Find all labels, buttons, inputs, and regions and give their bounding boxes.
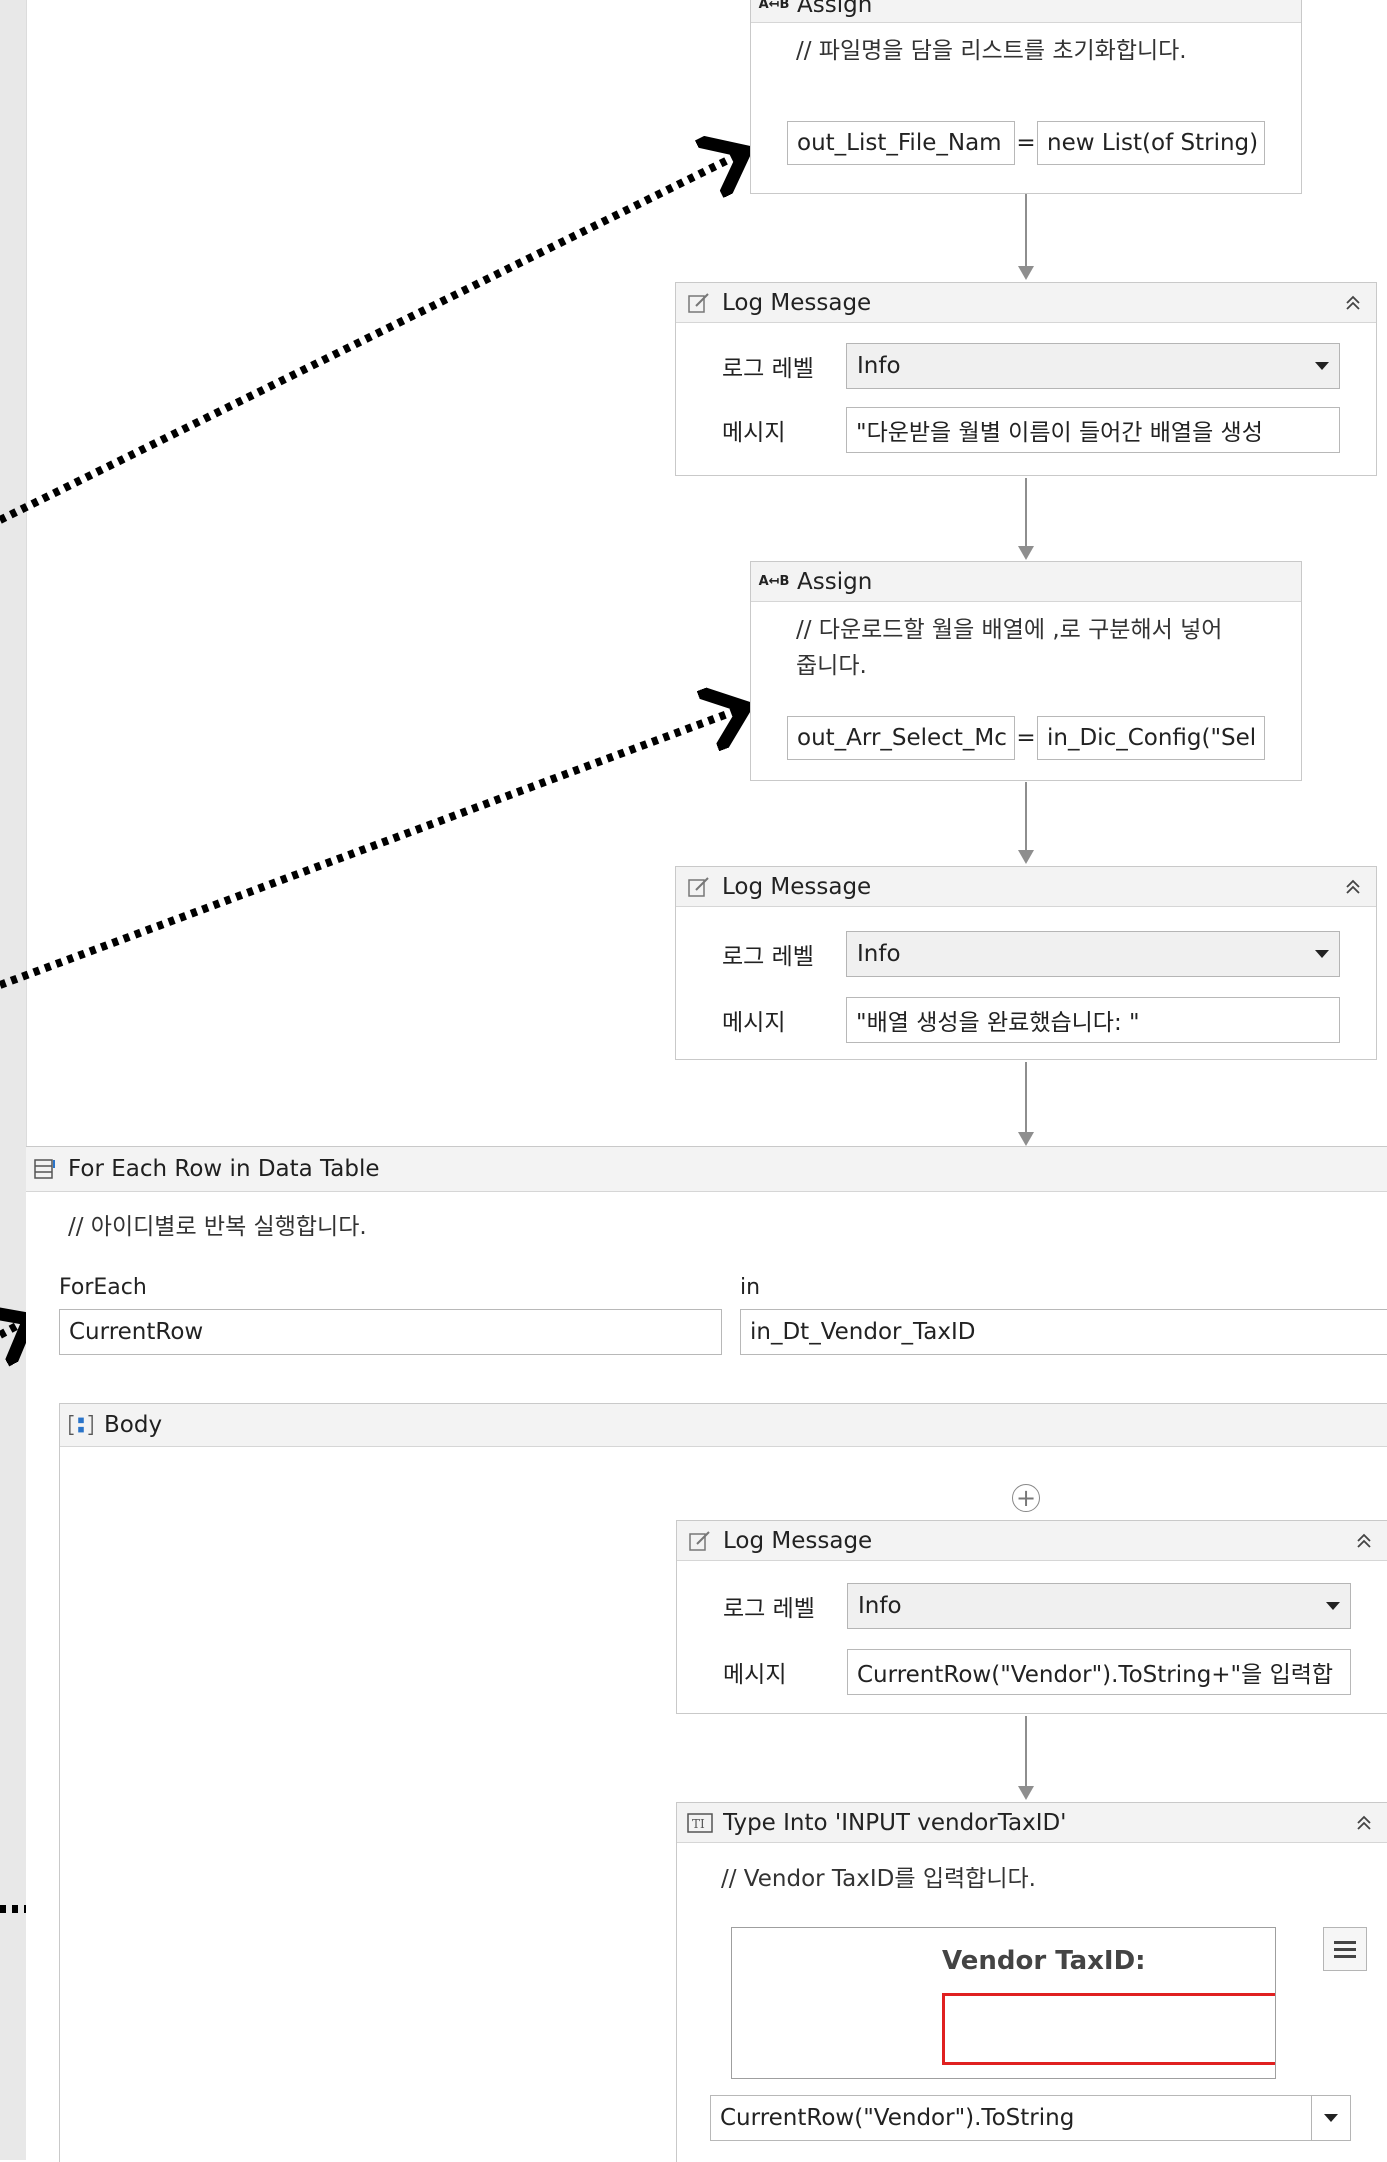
type-into-activity[interactable]: TI Type Into 'INPUT vendorTaxID' // Vend… bbox=[676, 1802, 1387, 2162]
log-message-activity-2[interactable]: Log Message 로그 레벨 Info 메시지 "배열 생성을 완료했습니… bbox=[675, 866, 1377, 1060]
assign-icon: A↤B bbox=[758, 574, 790, 589]
assign-header[interactable]: A↤B Assign bbox=[751, 562, 1301, 602]
log-message-header[interactable]: Log Message bbox=[677, 1521, 1387, 1561]
collapse-icon[interactable] bbox=[1351, 1810, 1377, 1836]
flow-connector bbox=[1018, 1062, 1034, 1146]
assign-icon: A↤B bbox=[758, 0, 790, 12]
log-message-activity-1[interactable]: Log Message 로그 레벨 Info 메시지 "다운받을 월별 이름이 … bbox=[675, 282, 1377, 476]
foreach-label: ForEach bbox=[59, 1275, 147, 1300]
level-dropdown[interactable]: Info bbox=[847, 1583, 1351, 1629]
designer-left-gutter bbox=[0, 0, 27, 2160]
level-dropdown[interactable]: Info bbox=[846, 343, 1340, 389]
level-row: 로그 레벨 Info bbox=[722, 931, 1340, 977]
level-label: 로그 레벨 bbox=[722, 356, 814, 382]
message-field[interactable]: "다운받을 월별 이름이 들어간 배열을 생성 bbox=[846, 407, 1340, 453]
log-message-icon bbox=[686, 874, 712, 900]
log-message-activity-3[interactable]: Log Message 로그 레벨 Info 메시지 CurrentRow("V… bbox=[676, 1520, 1387, 1714]
message-field[interactable]: CurrentRow("Vendor").ToString+"을 입력합 bbox=[847, 1649, 1351, 1695]
level-label: 로그 레벨 bbox=[722, 944, 814, 970]
type-into-header[interactable]: TI Type Into 'INPUT vendorTaxID' bbox=[677, 1803, 1387, 1843]
annotation-arrow bbox=[0, 155, 738, 524]
activity-title: Assign bbox=[797, 568, 873, 595]
for-each-row-activity[interactable]: For Each Row in Data Table // 아이디별로 반복 실… bbox=[26, 1146, 1387, 2162]
highlighted-target-input bbox=[942, 1993, 1275, 2065]
collapse-icon[interactable] bbox=[1351, 1528, 1377, 1554]
flow-connector bbox=[1018, 782, 1034, 864]
body-header[interactable]: Body bbox=[60, 1404, 1387, 1447]
log-message-header[interactable]: Log Message bbox=[676, 283, 1376, 323]
chevron-down-icon bbox=[1326, 1602, 1340, 1610]
activity-comment: // 다운로드할 월을 배열에 ,로 구분해서 넣어줍니다. bbox=[796, 617, 1223, 679]
activity-title: Log Message bbox=[723, 1527, 873, 1554]
level-dropdown[interactable]: Info bbox=[846, 931, 1340, 977]
assign-activity-1[interactable]: A↤B Assign // 파일명을 담을 리스트를 초기화합니다. out_L… bbox=[750, 0, 1302, 194]
assign-header[interactable]: A↤B Assign bbox=[751, 0, 1301, 23]
message-label: 메시지 bbox=[722, 420, 786, 446]
in-label: in bbox=[740, 1275, 761, 1300]
equals-sign: = bbox=[1016, 725, 1036, 751]
for-each-row-icon bbox=[32, 1156, 58, 1182]
level-value: Info bbox=[857, 941, 901, 967]
message-label: 메시지 bbox=[723, 1662, 787, 1688]
assign-row: out_List_File_Nam = new List(of String) bbox=[787, 121, 1265, 165]
activity-title: Type Into 'INPUT vendorTaxID' bbox=[723, 1809, 1067, 1836]
message-field[interactable]: "배열 생성을 완료했습니다: " bbox=[846, 997, 1340, 1043]
foreach-item-field[interactable]: CurrentRow bbox=[59, 1309, 722, 1355]
log-message-header[interactable]: Log Message bbox=[676, 867, 1376, 907]
flow-connector bbox=[1018, 478, 1034, 560]
level-row: 로그 레벨 Info bbox=[722, 343, 1340, 389]
assign-row: out_Arr_Select_Mc = in_Dic_Config("Sel bbox=[787, 716, 1265, 760]
message-row: 메시지 "배열 생성을 완료했습니다: " bbox=[722, 997, 1340, 1043]
body-title: Body bbox=[104, 1412, 163, 1438]
activity-comment: // Vendor TaxID를 입력합니다. bbox=[721, 1866, 1036, 1892]
level-value: Info bbox=[858, 1593, 902, 1619]
preview-label: Vendor TaxID: bbox=[942, 1946, 1146, 1976]
message-row: 메시지 "다운받을 월별 이름이 들어간 배열을 생성 bbox=[722, 407, 1340, 453]
chevron-down-icon bbox=[1324, 2114, 1338, 2122]
assign-value-field[interactable]: in_Dic_Config("Sel bbox=[1037, 716, 1265, 760]
log-message-icon bbox=[686, 290, 712, 316]
level-label: 로그 레벨 bbox=[723, 1596, 815, 1622]
assign-to-field[interactable]: out_List_File_Nam bbox=[787, 121, 1015, 165]
collapse-icon[interactable] bbox=[1340, 874, 1366, 900]
svg-text:TI: TI bbox=[692, 1817, 705, 1831]
activity-comment: // 파일명을 담을 리스트를 초기화합니다. bbox=[796, 38, 1187, 64]
body-sequence[interactable]: Body + Log Message 로그 레벨 Info 메시지 Curren… bbox=[59, 1403, 1387, 2162]
activity-title: Assign bbox=[797, 0, 873, 18]
chevron-down-icon bbox=[1315, 362, 1329, 370]
for-each-header[interactable]: For Each Row in Data Table bbox=[26, 1147, 1387, 1192]
sequence-body-icon bbox=[68, 1412, 94, 1438]
collapse-icon[interactable] bbox=[1340, 290, 1366, 316]
annotation-arrow bbox=[0, 710, 738, 989]
assign-value-field[interactable]: new List(of String) bbox=[1037, 121, 1265, 165]
message-label: 메시지 bbox=[722, 1010, 786, 1036]
activity-title: Log Message bbox=[722, 289, 872, 316]
text-value-field[interactable]: CurrentRow("Vendor").ToString bbox=[710, 2095, 1311, 2141]
activity-title: For Each Row in Data Table bbox=[68, 1156, 380, 1182]
assign-to-field[interactable]: out_Arr_Select_Mc bbox=[787, 716, 1015, 760]
activity-title: Log Message bbox=[722, 873, 872, 900]
assign-activity-2[interactable]: A↤B Assign // 다운로드할 월을 배열에 ,로 구분해서 넣어줍니다… bbox=[750, 561, 1302, 781]
target-screenshot-preview[interactable]: Vendor TaxID: bbox=[731, 1927, 1276, 2079]
text-dropdown-button[interactable] bbox=[1311, 2095, 1351, 2141]
level-value: Info bbox=[857, 353, 901, 379]
flow-connector bbox=[1018, 1716, 1034, 1800]
type-into-icon: TI bbox=[687, 1810, 713, 1836]
hamburger-menu-icon[interactable] bbox=[1323, 1927, 1367, 1971]
message-row: 메시지 CurrentRow("Vendor").ToString+"을 입력합 bbox=[723, 1649, 1351, 1695]
add-activity-icon[interactable]: + bbox=[1012, 1484, 1040, 1512]
level-row: 로그 레벨 Info bbox=[723, 1583, 1351, 1629]
text-combo: CurrentRow("Vendor").ToString bbox=[710, 2095, 1351, 2141]
flow-connector bbox=[1018, 194, 1034, 280]
activity-comment: // 아이디별로 반복 실행합니다. bbox=[68, 1214, 367, 1240]
chevron-down-icon bbox=[1315, 950, 1329, 958]
in-datatable-field[interactable]: in_Dt_Vendor_TaxID bbox=[740, 1309, 1387, 1355]
log-message-icon bbox=[687, 1528, 713, 1554]
equals-sign: = bbox=[1016, 130, 1036, 156]
